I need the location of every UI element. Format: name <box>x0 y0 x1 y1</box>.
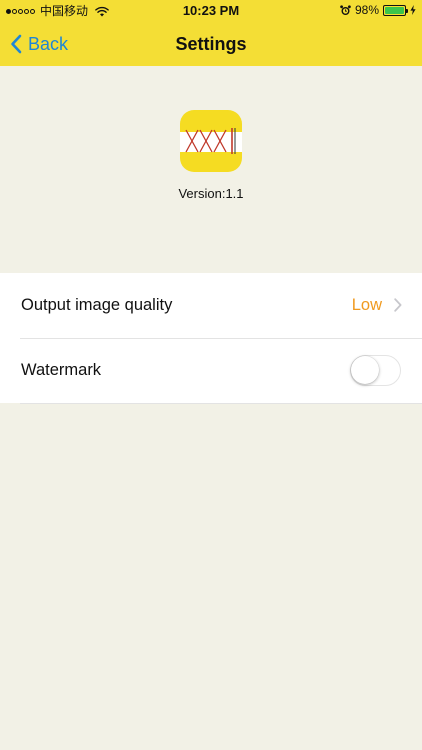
charging-bolt-icon <box>410 5 416 15</box>
output-quality-label: Output image quality <box>21 296 173 314</box>
navigation-bar: Back Settings <box>0 22 422 66</box>
battery-percent: 98% <box>354 3 379 17</box>
watermark-row: Watermark <box>0 338 422 403</box>
battery-icon <box>383 4 408 16</box>
status-right: 98% <box>340 3 416 17</box>
alarm-icon <box>340 4 351 15</box>
status-bar: 中国移动 10:23 PM 98% <box>0 0 422 22</box>
toggle-knob <box>351 356 379 384</box>
app-logo-icon <box>180 110 242 172</box>
output-quality-row[interactable]: Output image quality Low <box>0 273 422 338</box>
top-bar: 中国移动 10:23 PM 98% Back Settings <box>0 0 422 66</box>
page-title: Settings <box>175 34 247 54</box>
app-info-section: Version:1.1 <box>0 66 422 273</box>
battery-fill <box>385 6 404 14</box>
row-divider <box>20 403 422 404</box>
watermark-toggle[interactable] <box>350 355 401 386</box>
version-label: Version:1.1 <box>178 186 244 201</box>
chevron-right-icon <box>394 298 402 312</box>
output-quality-value: Low <box>351 296 382 314</box>
app-logo-graphic <box>180 128 242 154</box>
watermark-label: Watermark <box>21 361 102 379</box>
settings-list: Output image quality Low Watermark <box>0 273 422 404</box>
